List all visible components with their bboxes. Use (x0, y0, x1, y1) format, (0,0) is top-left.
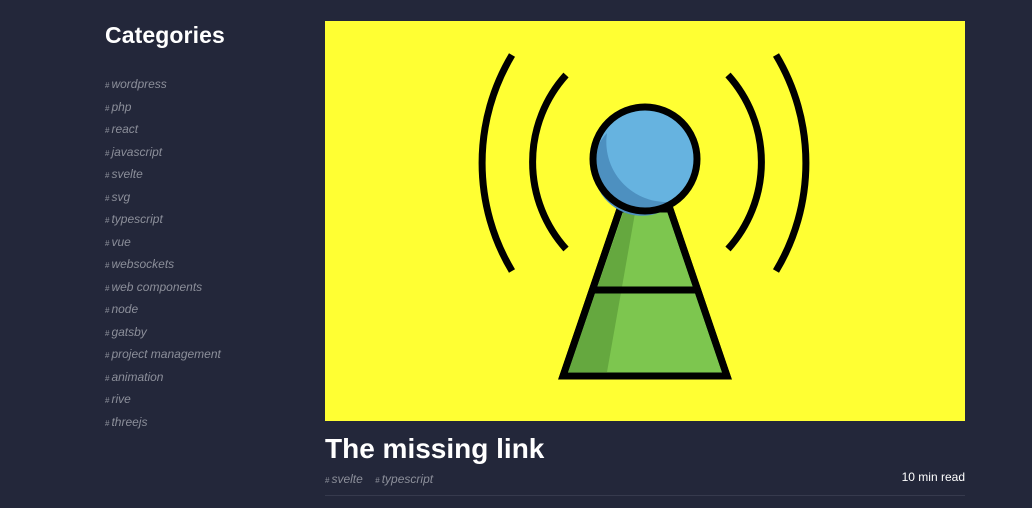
category-list: # wordpress # php # react # javascript # svel… (105, 73, 305, 433)
read-time: 10 min read (901, 470, 965, 484)
category-link-svelte[interactable]: # svelte (105, 167, 143, 181)
category-link-svg[interactable]: # svg (105, 190, 130, 204)
category-link-threejs[interactable]: # threejs (105, 415, 147, 429)
post-hero-image[interactable] (325, 21, 965, 421)
hash-icon: # (105, 238, 110, 248)
category-label: rive (111, 392, 131, 406)
hash-icon: # (105, 81, 110, 90)
category-item: # typescript (105, 208, 305, 231)
hash-icon: # (105, 193, 110, 203)
category-link-vue[interactable]: # vue (105, 235, 131, 249)
categories-sidebar: Categories # wordpress # php # react # javas… (105, 22, 305, 433)
category-label: javascript (111, 144, 163, 159)
hash-icon: # (105, 261, 110, 270)
hash-icon: # (105, 328, 110, 338)
hash-icon: # (105, 148, 110, 158)
category-label: react (111, 122, 139, 136)
category-item: # websockets (105, 253, 305, 276)
category-label: wordpress (111, 77, 167, 91)
hash-icon: # (105, 396, 110, 405)
hash-icon: # (105, 171, 110, 180)
category-link-websockets[interactable]: # websockets (105, 257, 174, 271)
hash-icon: # (105, 351, 110, 360)
category-label: gatsby (111, 324, 147, 339)
category-link-php[interactable]: # php (105, 100, 131, 114)
category-item: # web components (105, 276, 305, 299)
hash-icon: # (105, 103, 110, 113)
category-link-node[interactable]: # node (105, 302, 138, 316)
category-link-animation[interactable]: # animation (105, 370, 163, 384)
category-link-javascript[interactable]: # javascript (105, 145, 162, 159)
category-item: # react (105, 118, 305, 141)
category-label: vue (111, 234, 131, 249)
category-link-gatsby[interactable]: # gatsby (105, 325, 147, 339)
category-item: # javascript (105, 141, 305, 164)
category-item: # project management (105, 343, 305, 366)
category-link-web-components[interactable]: # web components (105, 280, 202, 294)
category-item: # svelte (105, 163, 305, 186)
category-link-wordpress[interactable]: # wordpress (105, 77, 167, 91)
category-link-rive[interactable]: # rive (105, 392, 131, 406)
category-item: # threejs (105, 411, 305, 434)
post-meta: # svelte # typescript 10 min read (325, 470, 965, 496)
tag-typescript[interactable]: # typescript (375, 472, 433, 486)
tower-beacon (589, 103, 701, 216)
category-label: websockets (111, 257, 175, 271)
category-label: threejs (111, 414, 148, 429)
hash-icon: # (105, 126, 110, 135)
category-link-react[interactable]: # react (105, 122, 138, 136)
category-item: # animation (105, 366, 305, 389)
category-label: project management (111, 347, 221, 361)
category-label: php (111, 99, 132, 114)
category-label: animation (111, 369, 164, 384)
category-item: # php (105, 96, 305, 119)
hash-icon: # (375, 476, 380, 485)
category-label: web components (111, 279, 203, 294)
category-link-project-management[interactable]: # project management (105, 347, 221, 361)
category-link-typescript[interactable]: # typescript (105, 212, 163, 226)
category-label: node (111, 302, 139, 316)
category-item: # rive (105, 388, 305, 411)
page: Categories # wordpress # php # react # javas… (0, 0, 1032, 508)
hash-icon: # (325, 476, 330, 485)
tag-label: typescript (381, 472, 434, 486)
post-card: The missing link # svelte # typescript 10 … (325, 21, 965, 496)
post-title[interactable]: The missing link (325, 431, 965, 467)
category-label: svelte (111, 167, 143, 181)
post-tags: # svelte # typescript (325, 470, 441, 488)
hash-icon: # (105, 283, 110, 293)
category-item: # vue (105, 231, 305, 254)
hash-icon: # (105, 216, 110, 225)
hash-icon: # (105, 373, 110, 383)
categories-heading: Categories (105, 22, 225, 48)
category-label: typescript (111, 212, 163, 226)
tag-svelte[interactable]: # svelte (325, 472, 363, 486)
tag-label: svelte (331, 472, 363, 486)
category-item: # gatsby (105, 321, 305, 344)
category-label: svg (111, 189, 131, 204)
hash-icon: # (105, 306, 110, 315)
category-item: # svg (105, 186, 305, 209)
category-item: # node (105, 298, 305, 321)
hash-icon: # (105, 418, 110, 428)
category-item: # wordpress (105, 73, 305, 96)
